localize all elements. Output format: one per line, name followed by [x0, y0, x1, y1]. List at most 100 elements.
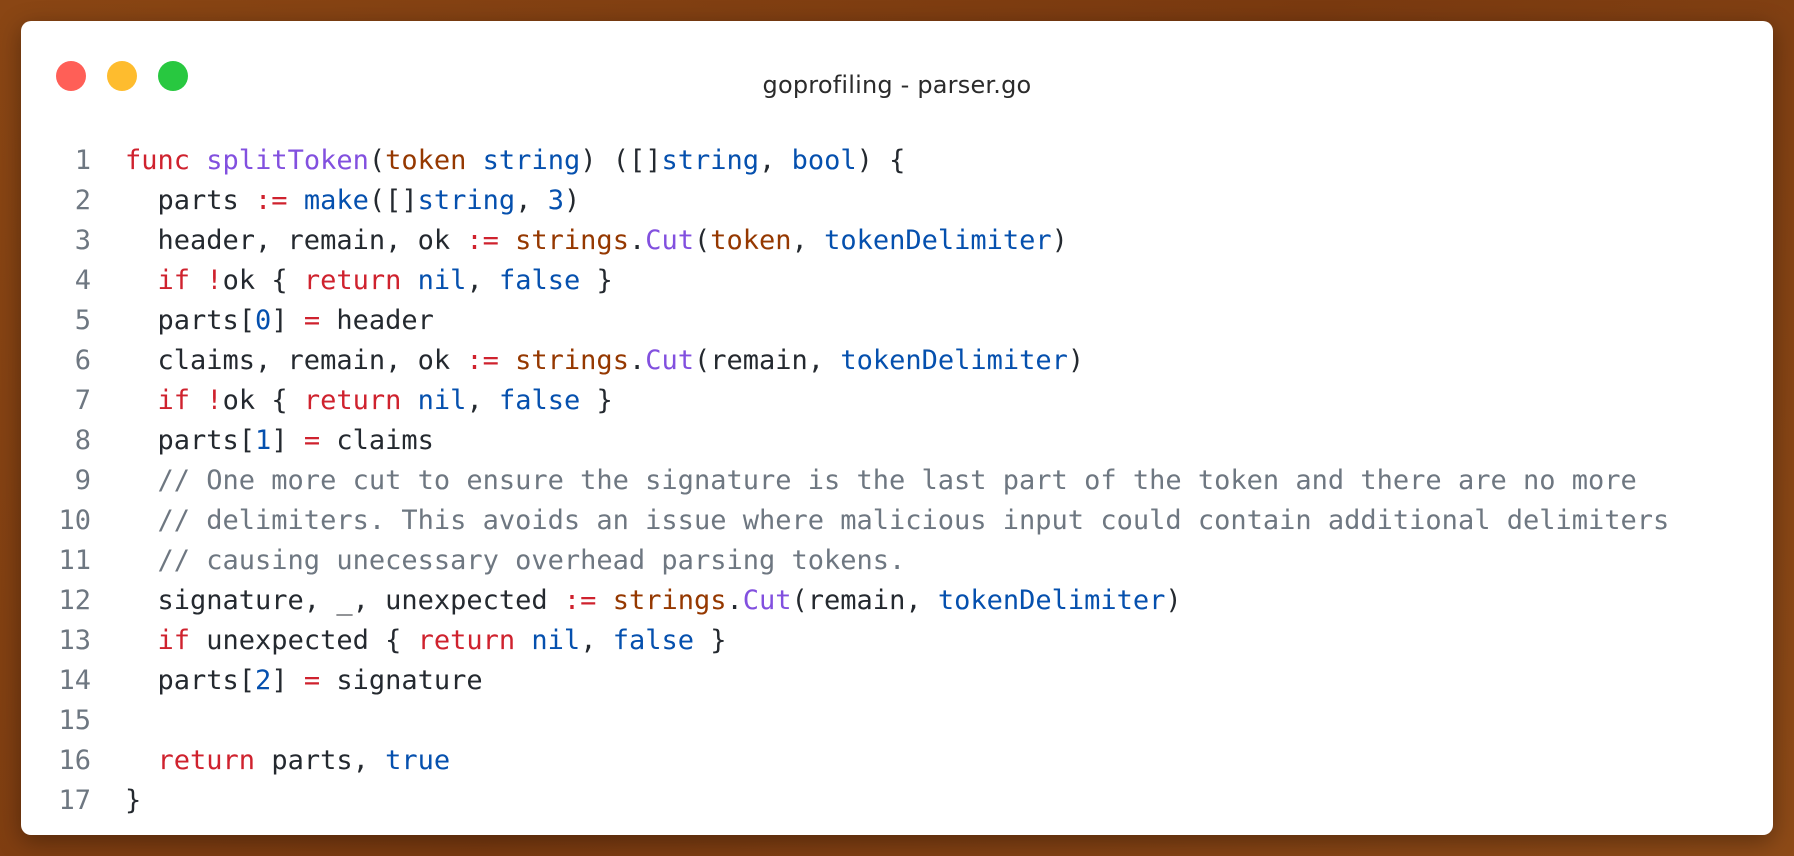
code-token: }: [125, 785, 142, 816]
line-number: 4: [74, 265, 91, 296]
code-token: parts,: [255, 745, 386, 776]
code-text: if !ok { return nil, false }: [125, 261, 613, 301]
code-text: if unexpected { return nil, false }: [125, 621, 727, 661]
code-token: nil: [531, 625, 581, 656]
line-number: 3: [74, 225, 91, 256]
code-line: 15: [21, 701, 1773, 741]
code-token: signature, _, unexpected: [125, 585, 564, 616]
line-number: 9: [74, 465, 91, 496]
window-title: goprofiling - parser.go: [762, 71, 1032, 99]
code-text: if !ok { return nil, false }: [125, 381, 613, 421]
code-token: ,: [515, 185, 548, 216]
code-token: // causing unecessary overhead parsing t…: [125, 545, 906, 576]
line-number: 7: [74, 385, 91, 416]
code-token: (: [368, 145, 386, 176]
code-token: :=: [563, 585, 597, 616]
code-token: .: [628, 345, 646, 376]
line-number: 16: [58, 745, 91, 776]
code-token: true: [385, 745, 451, 776]
code-token: Cut: [645, 345, 694, 376]
code-token: splitToken: [206, 145, 369, 176]
code-text: parts[1] = claims: [125, 421, 434, 461]
code-token: ): [1165, 585, 1182, 616]
line-number: 17: [58, 785, 91, 816]
code-line: 16 return parts, true: [21, 741, 1773, 781]
code-token: ,: [759, 145, 792, 176]
code-token: ]: [271, 305, 304, 336]
code-token: :=: [466, 225, 499, 256]
code-token: ]: [271, 425, 304, 456]
code-token: ok {: [222, 385, 304, 416]
code-line: 14 parts[2] = signature: [21, 661, 1773, 701]
line-number: 11: [58, 545, 91, 576]
code-text: // causing unecessary overhead parsing t…: [125, 541, 906, 581]
code-line: 7 if !ok { return nil, false }: [21, 381, 1773, 421]
code-token: make: [303, 185, 369, 216]
code-line: 13 if unexpected { return nil, false }: [21, 621, 1773, 661]
code-token: 1: [255, 425, 272, 456]
code-token: // delimiters. This avoids an issue wher…: [125, 505, 1670, 536]
code-token: 2: [255, 665, 272, 696]
line-number: 15: [58, 705, 91, 736]
code-token: Cut: [742, 585, 792, 616]
code-token: token: [385, 145, 467, 176]
code-text: // One more cut to ensure the signature …: [125, 461, 1637, 501]
code-token: ,: [580, 625, 613, 656]
code-token: 3: [547, 185, 564, 216]
code-text: parts := make([]string, 3): [125, 181, 581, 221]
code-token: ): [1067, 345, 1085, 376]
code-token: ([]: [368, 185, 418, 216]
code-token: string: [482, 145, 581, 176]
code-text: parts[2] = signature: [125, 661, 483, 701]
code-token: signature: [320, 665, 483, 696]
code-token: if: [157, 385, 191, 416]
title-bar: goprofiling - parser.go: [21, 21, 1773, 113]
code-token: header, remain, ok: [125, 225, 467, 256]
code-token: header: [320, 305, 434, 336]
code-text: claims, remain, ok := strings.Cut(remain…: [125, 341, 1085, 381]
code-token: =: [303, 425, 321, 456]
code-token: ,: [466, 385, 499, 416]
code-token: return: [303, 265, 402, 296]
code-token: (remain,: [694, 345, 841, 376]
code-token: 0: [255, 305, 272, 336]
line-number: 14: [58, 665, 91, 696]
code-text: }: [125, 781, 141, 821]
code-token: nil: [417, 385, 467, 416]
line-number: 5: [74, 305, 91, 336]
code-line: 3 header, remain, ok := strings.Cut(toke…: [21, 221, 1773, 261]
code-token: ) ([]: [580, 145, 662, 176]
code-token: Cut: [645, 225, 694, 256]
line-number: 10: [58, 505, 91, 536]
code-token: ,: [466, 265, 499, 296]
code-editor[interactable]: 1 func splitToken(token string) ([]string…: [21, 141, 1773, 821]
code-token: ) {: [856, 145, 906, 176]
code-token: if: [157, 265, 191, 296]
code-token: false: [612, 625, 694, 656]
code-token: string: [417, 185, 516, 216]
code-token: ): [1051, 225, 1068, 256]
line-number: 12: [58, 585, 91, 616]
code-token: return: [417, 625, 516, 656]
code-token: bool: [791, 145, 857, 176]
code-token: tokenDelimiter: [937, 585, 1166, 616]
code-token: !: [206, 385, 223, 416]
code-token: ): [563, 185, 581, 216]
code-text: parts[0] = header: [125, 301, 434, 341]
code-token: // One more cut to ensure the signature …: [125, 465, 1637, 496]
code-text: signature, _, unexpected := strings.Cut(…: [125, 581, 1182, 621]
code-token: parts: [125, 185, 256, 216]
line-number: 8: [74, 425, 91, 456]
code-token: .: [628, 225, 646, 256]
code-token: return: [303, 385, 402, 416]
code-token: if: [157, 625, 191, 656]
code-token: (: [694, 225, 711, 256]
